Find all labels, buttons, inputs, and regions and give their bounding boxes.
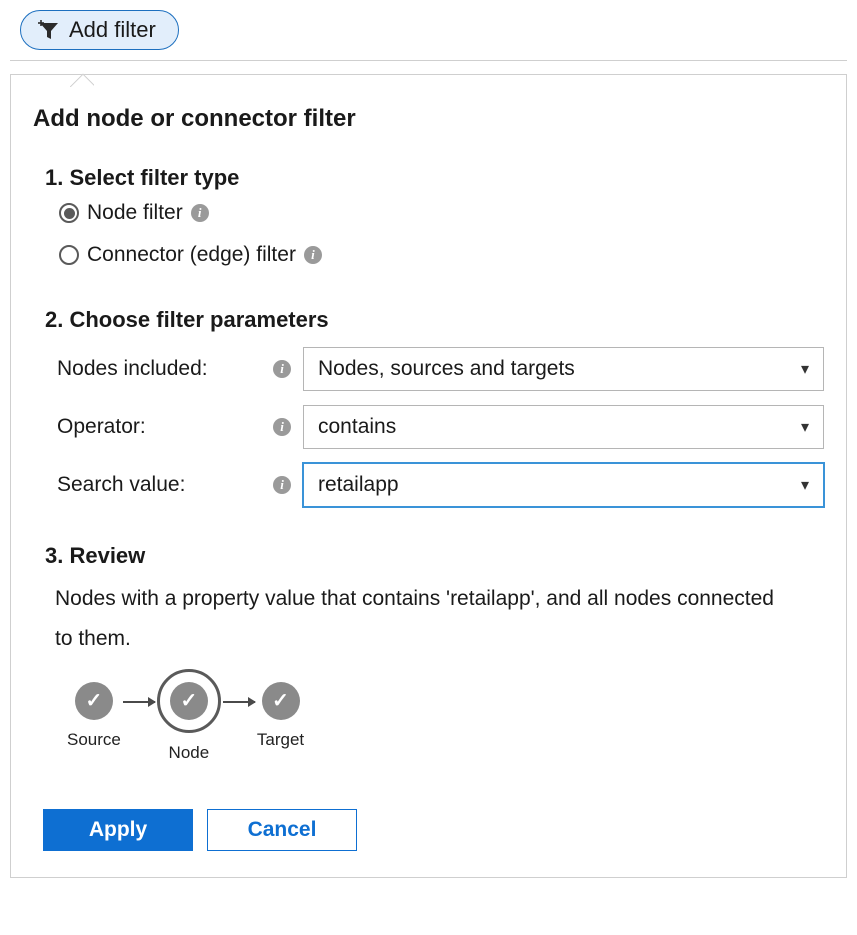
section3-title: 3. Review bbox=[45, 543, 824, 569]
info-icon[interactable]: i bbox=[191, 204, 209, 222]
button-row: Apply Cancel bbox=[43, 809, 824, 851]
review-diagram: ✓ Source ✓ Node ✓ Target bbox=[67, 669, 824, 763]
info-icon[interactable]: i bbox=[304, 246, 322, 264]
chevron-down-icon: ▾ bbox=[801, 475, 809, 495]
cancel-button[interactable]: Cancel bbox=[207, 809, 357, 851]
panel-title: Add node or connector filter bbox=[33, 105, 824, 133]
radio-connector-filter[interactable]: Connector (edge) filter i bbox=[59, 243, 824, 267]
radio-icon bbox=[59, 203, 79, 223]
diagram-label: Source bbox=[67, 730, 121, 750]
section2-title: 2. Choose filter parameters bbox=[45, 307, 824, 333]
info-icon[interactable]: i bbox=[273, 418, 291, 436]
row-search-value: Search value: i retailapp ▾ bbox=[57, 463, 824, 507]
arrow-right-icon bbox=[223, 701, 255, 703]
row-nodes-included: Nodes included: i Nodes, sources and tar… bbox=[57, 347, 824, 391]
diagram-label: Target bbox=[257, 730, 304, 750]
diagram-source: ✓ Source bbox=[67, 682, 121, 750]
info-icon[interactable]: i bbox=[273, 360, 291, 378]
combo-value: Nodes, sources and targets bbox=[318, 357, 575, 381]
combo-nodes-included[interactable]: Nodes, sources and targets ▾ bbox=[303, 347, 824, 391]
radio-label: Connector (edge) filter bbox=[87, 243, 296, 267]
callout-pointer bbox=[70, 73, 94, 87]
diagram-target: ✓ Target bbox=[257, 682, 304, 750]
combo-value: contains bbox=[318, 415, 396, 439]
combo-search-value[interactable]: retailapp ▾ bbox=[303, 463, 824, 507]
info-icon[interactable]: i bbox=[273, 476, 291, 494]
check-circle-highlighted-icon: ✓ bbox=[157, 669, 221, 733]
add-filter-pill[interactable]: Add filter bbox=[20, 10, 179, 50]
combo-value: retailapp bbox=[318, 473, 399, 497]
divider bbox=[10, 60, 847, 61]
diagram-node: ✓ Node bbox=[157, 669, 221, 763]
chevron-down-icon: ▾ bbox=[801, 359, 809, 379]
filter-panel: Add node or connector filter 1. Select f… bbox=[10, 74, 847, 878]
label-operator: Operator: bbox=[57, 415, 273, 439]
radio-label: Node filter bbox=[87, 201, 183, 225]
row-operator: Operator: i contains ▾ bbox=[57, 405, 824, 449]
check-circle-icon: ✓ bbox=[75, 682, 113, 720]
diagram-label: Node bbox=[169, 743, 210, 763]
label-search-value: Search value: bbox=[57, 473, 273, 497]
funnel-plus-icon bbox=[37, 19, 61, 41]
check-circle-icon: ✓ bbox=[262, 682, 300, 720]
chevron-down-icon: ▾ bbox=[801, 417, 809, 437]
review-text: Nodes with a property value that contain… bbox=[55, 579, 775, 659]
radio-node-filter[interactable]: Node filter i bbox=[59, 201, 824, 225]
radio-icon bbox=[59, 245, 79, 265]
combo-operator[interactable]: contains ▾ bbox=[303, 405, 824, 449]
arrow-right-icon bbox=[123, 701, 155, 703]
section1-title: 1. Select filter type bbox=[45, 165, 824, 191]
label-nodes-included: Nodes included: bbox=[57, 357, 273, 381]
add-filter-label: Add filter bbox=[69, 17, 156, 43]
apply-button[interactable]: Apply bbox=[43, 809, 193, 851]
